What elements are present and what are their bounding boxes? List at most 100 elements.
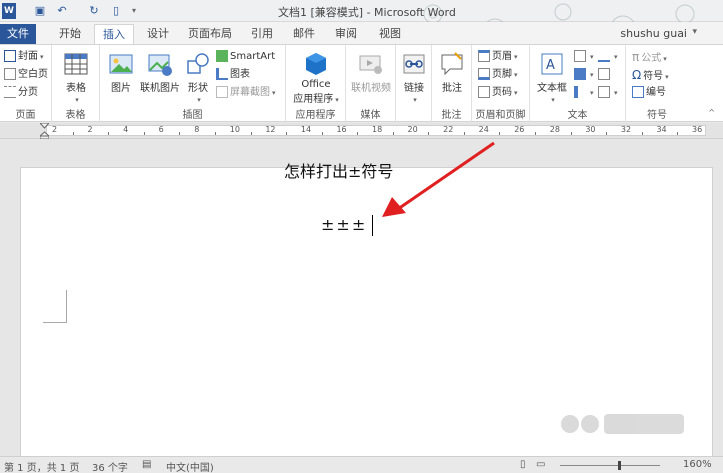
ruler-minor-mark: [357, 132, 359, 135]
drop-cap-icon[interactable]: ▾: [574, 85, 594, 101]
ruler-tick-label: 4: [123, 125, 129, 134]
tab-mailings[interactable]: 邮件: [284, 24, 324, 44]
read-mode-icon[interactable]: ▯: [520, 459, 526, 470]
status-word-count[interactable]: 36 个字: [92, 459, 128, 473]
object-icon[interactable]: ▾: [598, 85, 618, 101]
vertical-scrollbar[interactable]: [713, 139, 723, 456]
group-text: A 文本框 ▾ ▾ ▾ ▾ ▾ ▾ 文本: [530, 45, 626, 123]
ruler-tick-label: 16: [336, 125, 347, 134]
chart-button[interactable]: 图表: [216, 67, 250, 83]
group-header-footer: 页眉 ▾ 页脚 ▾ 页码 ▾ 页眉和页脚: [472, 45, 530, 123]
status-zoom[interactable]: 160%: [683, 459, 712, 470]
new-doc-icon[interactable]: ▯: [108, 3, 124, 19]
ruler-minor-mark: [606, 132, 608, 135]
tab-home[interactable]: 开始: [50, 24, 90, 44]
footer-button[interactable]: 页脚 ▾: [478, 67, 518, 83]
ruler-minor-mark: [535, 132, 536, 135]
zoom-slider-thumb[interactable]: [618, 461, 621, 470]
quick-parts-icon[interactable]: ▾: [574, 49, 594, 65]
text-cursor: [372, 215, 373, 236]
group-links: 链接 ▾: [396, 45, 432, 123]
cover-page-button[interactable]: 封面 ▾: [4, 49, 44, 65]
equation-button[interactable]: π 公式 ▾: [632, 49, 667, 65]
user-name[interactable]: shushu guai: [620, 27, 687, 40]
number-button[interactable]: 编号: [632, 85, 666, 101]
customize-qat-icon[interactable]: ▾: [126, 3, 142, 19]
group-label-comments: 批注: [441, 110, 462, 121]
header-icon: [478, 50, 490, 62]
smartart-icon: [216, 50, 228, 62]
picture-icon: [109, 54, 133, 74]
table-button[interactable]: 表格 ▾: [60, 51, 92, 105]
cover-page-icon: [4, 50, 16, 62]
ruler-minor-mark: [570, 132, 572, 135]
screenshot-button[interactable]: 屏幕截图 ▾: [216, 85, 276, 101]
shapes-button[interactable]: 形状 ▾: [184, 51, 212, 105]
picture-button[interactable]: 图片: [106, 51, 136, 94]
document-content-line[interactable]: ±±±: [321, 215, 367, 234]
pi-icon: π: [632, 50, 640, 64]
tab-review[interactable]: 审阅: [326, 24, 366, 44]
tab-references[interactable]: 引用: [242, 24, 282, 44]
status-language[interactable]: 中文(中国): [166, 459, 214, 473]
smartart-button[interactable]: SmartArt: [216, 49, 275, 65]
ruler-minor-mark: [72, 132, 74, 135]
comment-icon: [441, 52, 463, 76]
signature-line-icon[interactable]: ▾: [598, 49, 618, 65]
tab-design[interactable]: 设计: [138, 24, 178, 44]
group-label-apps: 应用程序: [295, 110, 336, 121]
online-picture-button[interactable]: 联机图片: [138, 51, 182, 94]
wordart-icon[interactable]: ▾: [574, 67, 594, 83]
textbox-button[interactable]: A 文本框 ▾: [534, 51, 570, 105]
ribbon-tabs: 文件 开始 插入 设计 页面布局 引用 邮件 审阅 视图 shushu guai…: [0, 22, 723, 45]
tab-page-layout[interactable]: 页面布局: [184, 24, 236, 44]
group-illustrations: 图片 联机图片 形状 ▾ SmartArt 图表 屏幕截图 ▾ 插图: [100, 45, 286, 123]
comment-button[interactable]: 批注: [436, 51, 468, 94]
omega-icon: Ω: [632, 68, 642, 82]
shapes-icon: [187, 53, 209, 74]
tab-view[interactable]: 视图: [370, 24, 410, 44]
indent-marker-icon[interactable]: [40, 123, 49, 139]
screenshot-icon: [216, 86, 228, 98]
footer-icon: [478, 68, 490, 80]
tab-file[interactable]: 文件: [0, 24, 36, 44]
group-label-symbols: 符号: [647, 110, 667, 121]
office-apps-button[interactable]: Office 应用程序 ▾: [290, 51, 342, 105]
number-icon: [632, 86, 644, 98]
group-label-pages: 页面: [15, 110, 36, 121]
page-number-icon: [478, 86, 490, 98]
redo-icon[interactable]: ↻: [86, 3, 102, 19]
ruler-minor-mark: [428, 132, 430, 135]
save-icon[interactable]: ▣: [32, 3, 48, 19]
ruler-minor-mark: [677, 132, 679, 135]
status-page[interactable]: 第 1 页，共 1 页: [4, 459, 79, 473]
user-dropdown-icon[interactable]: ▾: [692, 27, 697, 37]
ruler-tick-label: 18: [372, 125, 383, 134]
print-layout-icon[interactable]: ▭: [536, 459, 545, 470]
page-number-button[interactable]: 页码 ▾: [478, 85, 518, 101]
page-break-button[interactable]: 分页: [4, 85, 38, 101]
horizontal-ruler[interactable]: 2 2 4 6 8 10 12 14 16 18 20 22 24 26 28 30 32 34 36: [0, 123, 723, 139]
zoom-slider[interactable]: [560, 465, 660, 466]
link-icon: [403, 54, 425, 74]
links-button[interactable]: 链接 ▾: [398, 51, 430, 105]
ruler-tick-label: 26: [514, 125, 525, 134]
ruler-tick-label: 24: [478, 125, 489, 134]
ruler-tick-label: 2: [87, 125, 93, 134]
collapse-ribbon-icon[interactable]: ^: [708, 108, 715, 117]
header-button[interactable]: 页眉 ▾: [478, 49, 518, 65]
word-window: W ▣ ↶ ↻ ▯ ▾ 文档1 [兼容模式] - Microsoft Word …: [0, 0, 723, 473]
undo-icon[interactable]: ↶: [54, 3, 70, 19]
date-time-icon[interactable]: [598, 67, 612, 83]
symbol-button[interactable]: Ω 符号 ▾: [632, 67, 669, 83]
tab-insert[interactable]: 插入: [94, 24, 134, 45]
online-video-button[interactable]: 联机视频: [348, 51, 394, 94]
online-picture-icon: [148, 54, 172, 76]
blank-page-button[interactable]: 空白页: [4, 67, 48, 83]
ruler-tick-label: 20: [407, 125, 418, 134]
ruler-tick-label: 8: [194, 125, 200, 134]
ruler-tick-label: 6: [158, 125, 164, 134]
ruler-minor-mark: [143, 132, 145, 135]
word-icon[interactable]: W: [2, 3, 16, 19]
proofing-icon[interactable]: ▤: [142, 459, 151, 470]
